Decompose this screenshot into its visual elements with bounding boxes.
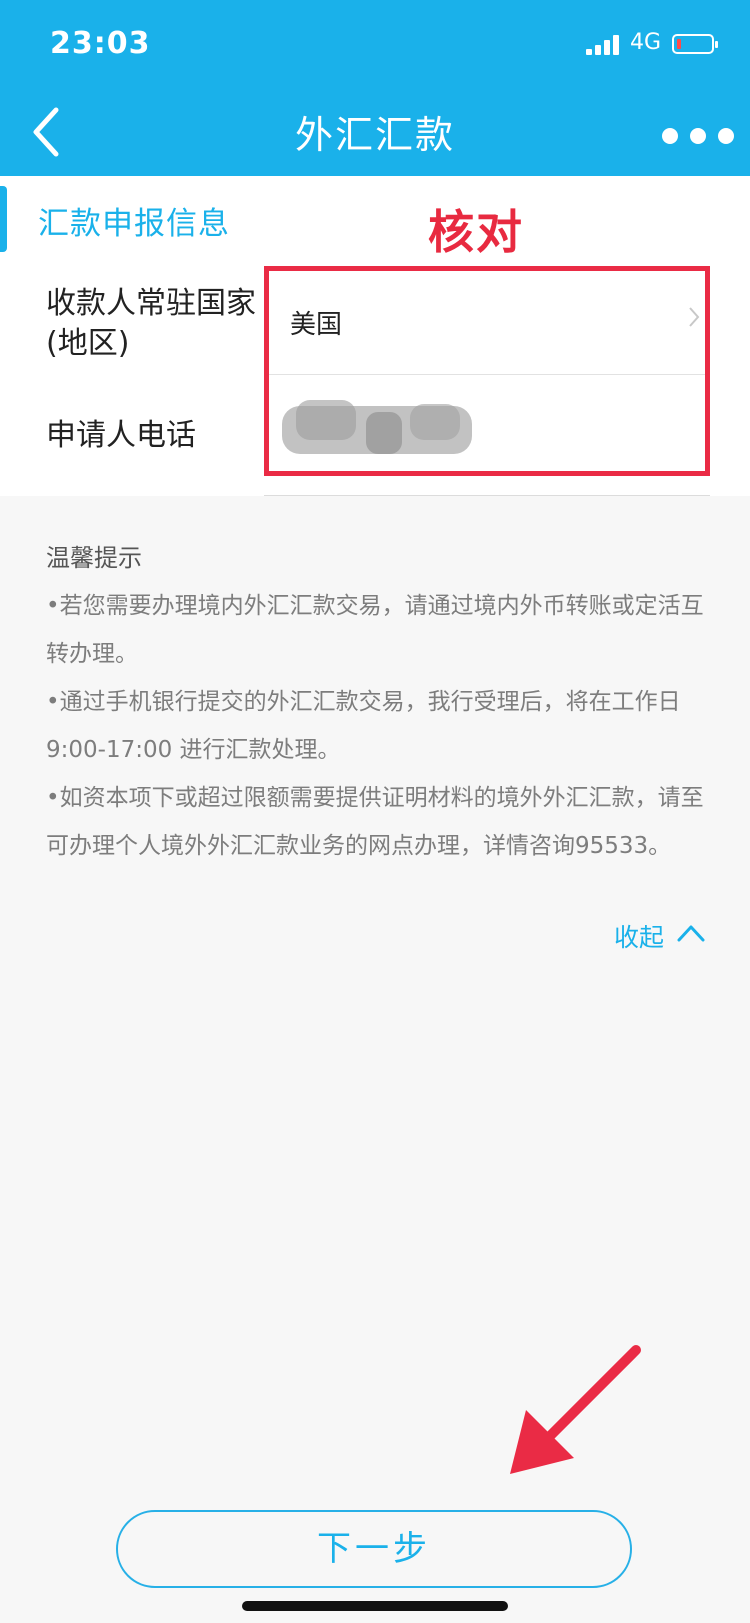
network-type: 4G [630,30,662,55]
app-header: 23:03 4G 外汇汇款 [0,0,750,176]
section-header: 汇款申报信息 [0,176,750,264]
tip-item: •通过手机银行提交的外汇汇款交易，我行受理后，将在工作日9:00-17:00 进… [46,689,681,763]
annotation-highlight-box [264,266,710,476]
phone-label: 申请人电话 [46,418,196,453]
tip-item: •若您需要办理境内外汇汇款交易，请通过境内外币转账或定活互转办理。 [46,593,704,667]
section-title: 汇款申报信息 [38,206,230,242]
section-accent-bar [0,186,7,252]
tips-section: 温馨提示 •若您需要办理境内外汇汇款交易，请通过境内外币转账或定活互转办理。 •… [46,534,706,870]
collapse-button[interactable]: 收起 [614,918,664,954]
next-step-button[interactable]: 下一步 [116,1510,632,1588]
divider [264,495,710,496]
home-indicator [242,1601,508,1611]
tips-title: 温馨提示 [46,544,142,572]
page-title: 外汇汇款 [294,113,455,157]
signal-icon [586,35,622,55]
more-button[interactable] [662,128,738,146]
annotation-check-label: 核对 [428,205,524,259]
tip-item: •如资本项下或超过限额需要提供证明材料的境外外汇汇款，请至可办理个人境外外汇汇款… [46,785,704,859]
country-label: 收款人常驻国家(地区) [46,286,256,361]
chevron-up-icon[interactable] [676,922,706,944]
status-time: 23:03 [50,26,151,61]
battery-icon [672,34,718,54]
annotation-arrow-icon [510,1345,641,1474]
more-dots-icon [662,128,678,144]
